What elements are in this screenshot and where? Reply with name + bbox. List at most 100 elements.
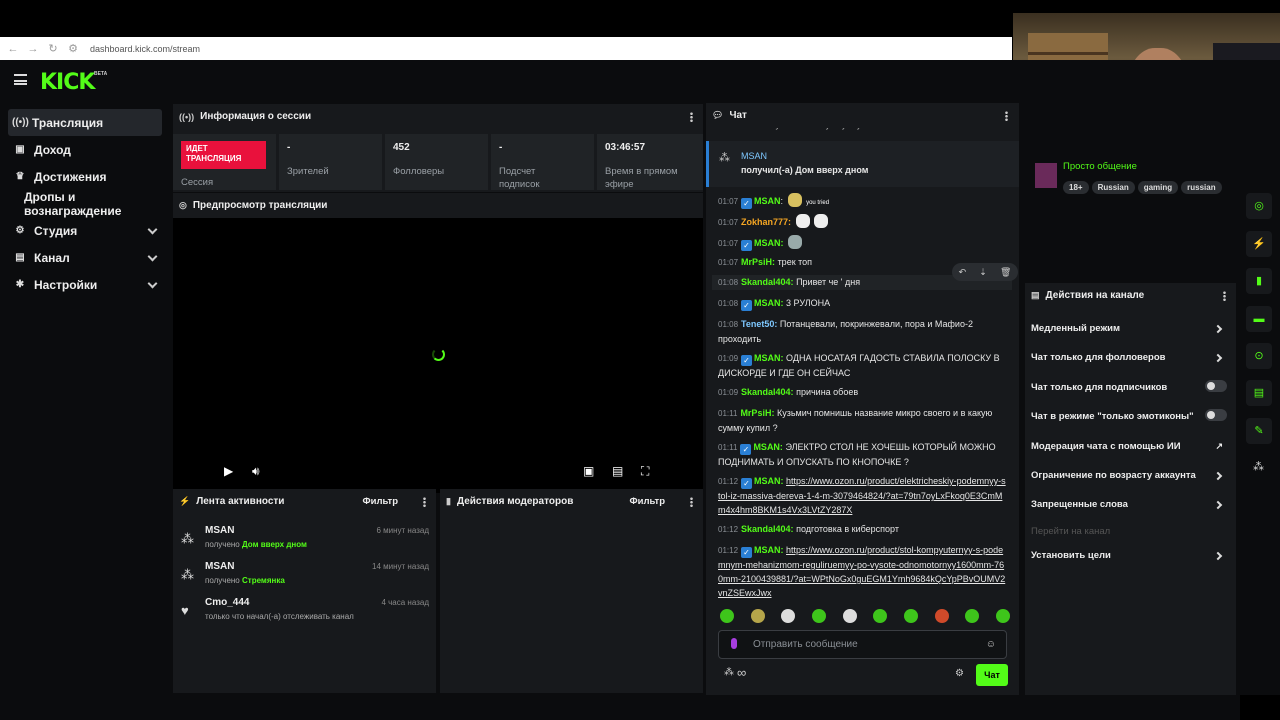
emote-icon[interactable] [811, 609, 826, 623]
site-settings-icon[interactable]: ⚙ [66, 42, 80, 55]
banned-words-row[interactable]: Запрещенные слова [1031, 499, 1229, 519]
chat-icon[interactable]: ▬ [1246, 306, 1272, 332]
back-icon[interactable]: ← [6, 43, 20, 55]
chat-message[interactable]: 01:12 ✓ MSAN: https://www.ozon.ru/product/… [718, 543, 1008, 599]
menu-icon[interactable] [14, 74, 27, 85]
chat-message[interactable]: 01:07 ✓ MSAN: [718, 235, 1008, 251]
chat-send-button[interactable]: Чат [976, 664, 1008, 686]
theater-icon[interactable]: ▤ [612, 464, 623, 478]
bullets-icon[interactable]: ⁂ [724, 667, 734, 678]
msg-user[interactable]: MSAN: [754, 298, 784, 308]
activity-filter-button[interactable]: Фильтр [363, 496, 398, 507]
emote-only-row[interactable]: Чат в режиме "только эмотиконы" [1031, 409, 1229, 431]
stream-preview-player[interactable]: ▶ 🔊︎ ▣ ▤ ⛶ [173, 218, 703, 493]
tag[interactable]: russian [1181, 181, 1222, 194]
msg-user[interactable]: MSAN: [753, 442, 783, 452]
emote-icon[interactable] [903, 609, 918, 623]
more-icon[interactable] [690, 112, 693, 122]
ai-moderation-row[interactable]: Модерация чата с помощью ИИ ↗ [1031, 441, 1229, 461]
emote-icon[interactable] [842, 609, 857, 623]
tag[interactable]: Russian [1091, 181, 1135, 194]
fullscreen-icon[interactable]: ⛶ [641, 464, 649, 479]
sidebar-item-income[interactable]: ▣ Доход [0, 136, 170, 163]
delete-icon[interactable]: 🗑︎ [1000, 267, 1011, 278]
emote-icon[interactable] [995, 609, 1010, 623]
tag[interactable]: gaming [1137, 181, 1179, 194]
chat-message[interactable]: 01:12 Skandal404: подготовка в киберспорт [718, 522, 1008, 537]
chat-message[interactable]: 01:11 ✓ MSAN: ЭЛЕКТРО СТОЛ НЕ ХОЧЕШЬ КОТОР… [718, 440, 1008, 469]
chat-message[interactable]: 01:11 MrPsiH: Кузьмич помнишь название ми… [718, 406, 1008, 435]
microphone-icon[interactable] [731, 638, 737, 649]
emoji-icon[interactable]: ☺ [986, 639, 996, 650]
msg-user[interactable]: Zokhan777: [741, 217, 791, 227]
account-age-row[interactable]: Ограничение по возрасту аккаунта [1031, 470, 1229, 490]
chat-message[interactable]: 01:08 ✓ MSAN: 3 РУЛОНА [718, 296, 1008, 311]
url-text[interactable]: dashboard.kick.com/stream [90, 44, 200, 54]
more-icon[interactable] [1005, 111, 1008, 121]
mod-filter-button[interactable]: Фильтр [630, 496, 665, 507]
pin-icon[interactable]: ⇣ [979, 267, 987, 278]
bullets-icon[interactable]: ⁂ [1253, 460, 1264, 473]
emote-icon[interactable] [965, 609, 980, 623]
stream-category[interactable]: Просто общение [1063, 161, 1137, 172]
emote-icon[interactable] [873, 609, 888, 623]
activity-user[interactable]: MSAN [205, 561, 234, 572]
emote-icon[interactable] [750, 609, 765, 623]
forward-icon[interactable]: → [26, 43, 40, 55]
activity-user[interactable]: Cmo_444 [205, 597, 249, 608]
kick-logo[interactable]: KICK [40, 70, 95, 95]
chat-message[interactable]: 01:07 ✓ MSAN: you tried [718, 193, 1008, 210]
emote-icon[interactable] [781, 609, 796, 623]
more-icon[interactable] [423, 497, 426, 507]
msg-user[interactable]: MSAN: [754, 476, 784, 486]
msg-user[interactable]: MSAN [754, 196, 781, 206]
category-thumbnail[interactable] [1035, 163, 1057, 188]
infinity-icon[interactable]: ∞ [737, 665, 746, 680]
msg-user[interactable]: MrPsiH: [740, 408, 774, 418]
wrench-icon[interactable]: ✎ [1246, 418, 1272, 444]
sidebar-item-drops[interactable]: Дропы и вознаграждение [0, 190, 170, 218]
sidebar-item-channel[interactable]: ▤ Канал [0, 244, 170, 271]
sidebar-item-stream[interactable]: ((•)) Трансляция [8, 109, 162, 136]
emote-icon[interactable] [720, 609, 734, 623]
chat-message[interactable]: 01:08 Tenet50: Потанцевали, покринжевали,… [718, 317, 1008, 346]
chat-settings-icon[interactable]: ⚙ [955, 668, 964, 679]
more-icon[interactable] [1223, 291, 1226, 301]
slow-mode-row[interactable]: Медленный режим [1031, 323, 1229, 343]
followers-only-row[interactable]: Чат только для фолловеров [1031, 352, 1229, 372]
volume-icon[interactable]: 🔊︎ [252, 464, 260, 479]
scan-icon[interactable]: ◎ [1246, 193, 1272, 219]
sidebar-item-studio[interactable]: ⚙ Студия [0, 217, 170, 244]
chat-message[interactable]: 01:07 Zokhan777: [718, 214, 1008, 230]
msg-user[interactable]: MrPsiH: [741, 257, 775, 267]
set-goals-row[interactable]: Установить цели [1031, 550, 1229, 570]
emote-only-toggle[interactable] [1205, 409, 1227, 421]
play-icon[interactable]: ▶ [224, 464, 233, 478]
subscribers-only-row[interactable]: Чат только для подписчиков [1031, 380, 1229, 402]
tag[interactable]: 18+ [1063, 181, 1089, 194]
bolt-icon[interactable]: ⚡ [1246, 231, 1272, 257]
document-icon[interactable]: ▮ [1246, 268, 1272, 294]
msg-user[interactable]: Skandal404: [741, 387, 794, 397]
pip-icon[interactable]: ▣ [583, 464, 594, 478]
broadcast-icon[interactable]: ⊙ [1246, 343, 1272, 369]
emote-icon[interactable] [934, 609, 949, 623]
chat-input[interactable]: Отправить сообщение ☺ [718, 630, 1007, 659]
chat-message[interactable]: 01:12 ✓ MSAN: https://www.ozon.ru/product/… [718, 474, 1008, 517]
msg-user[interactable]: Skandal404: [741, 277, 794, 287]
msg-user[interactable]: MSAN: [754, 353, 784, 363]
msg-user[interactable]: Tenet50: [741, 319, 777, 329]
more-icon[interactable] [690, 497, 693, 507]
activity-user[interactable]: MSAN [205, 525, 234, 536]
sidebar-item-settings[interactable]: ✱ Настройки [0, 271, 170, 298]
chat-message[interactable]: 01:09 ✓ MSAN: ОДНА НОСАТАЯ ГАДОСТЬ СТАВИЛА… [718, 351, 1008, 380]
msg-user[interactable]: Skandal404: [741, 524, 794, 534]
grid-icon[interactable]: ▤ [1246, 380, 1272, 406]
msg-user[interactable]: MSAN: [754, 545, 784, 555]
sidebar-item-achievements[interactable]: ♛ Достижения [0, 163, 170, 190]
reload-icon[interactable]: ↻ [46, 42, 60, 55]
reply-icon[interactable]: ↶ [959, 267, 967, 278]
pinned-message[interactable]: ⁂ MSAN получил(-а) Дом вверх дном [706, 141, 1019, 187]
subscribers-only-toggle[interactable] [1205, 380, 1227, 392]
msg-user[interactable]: MSAN: [754, 238, 784, 248]
